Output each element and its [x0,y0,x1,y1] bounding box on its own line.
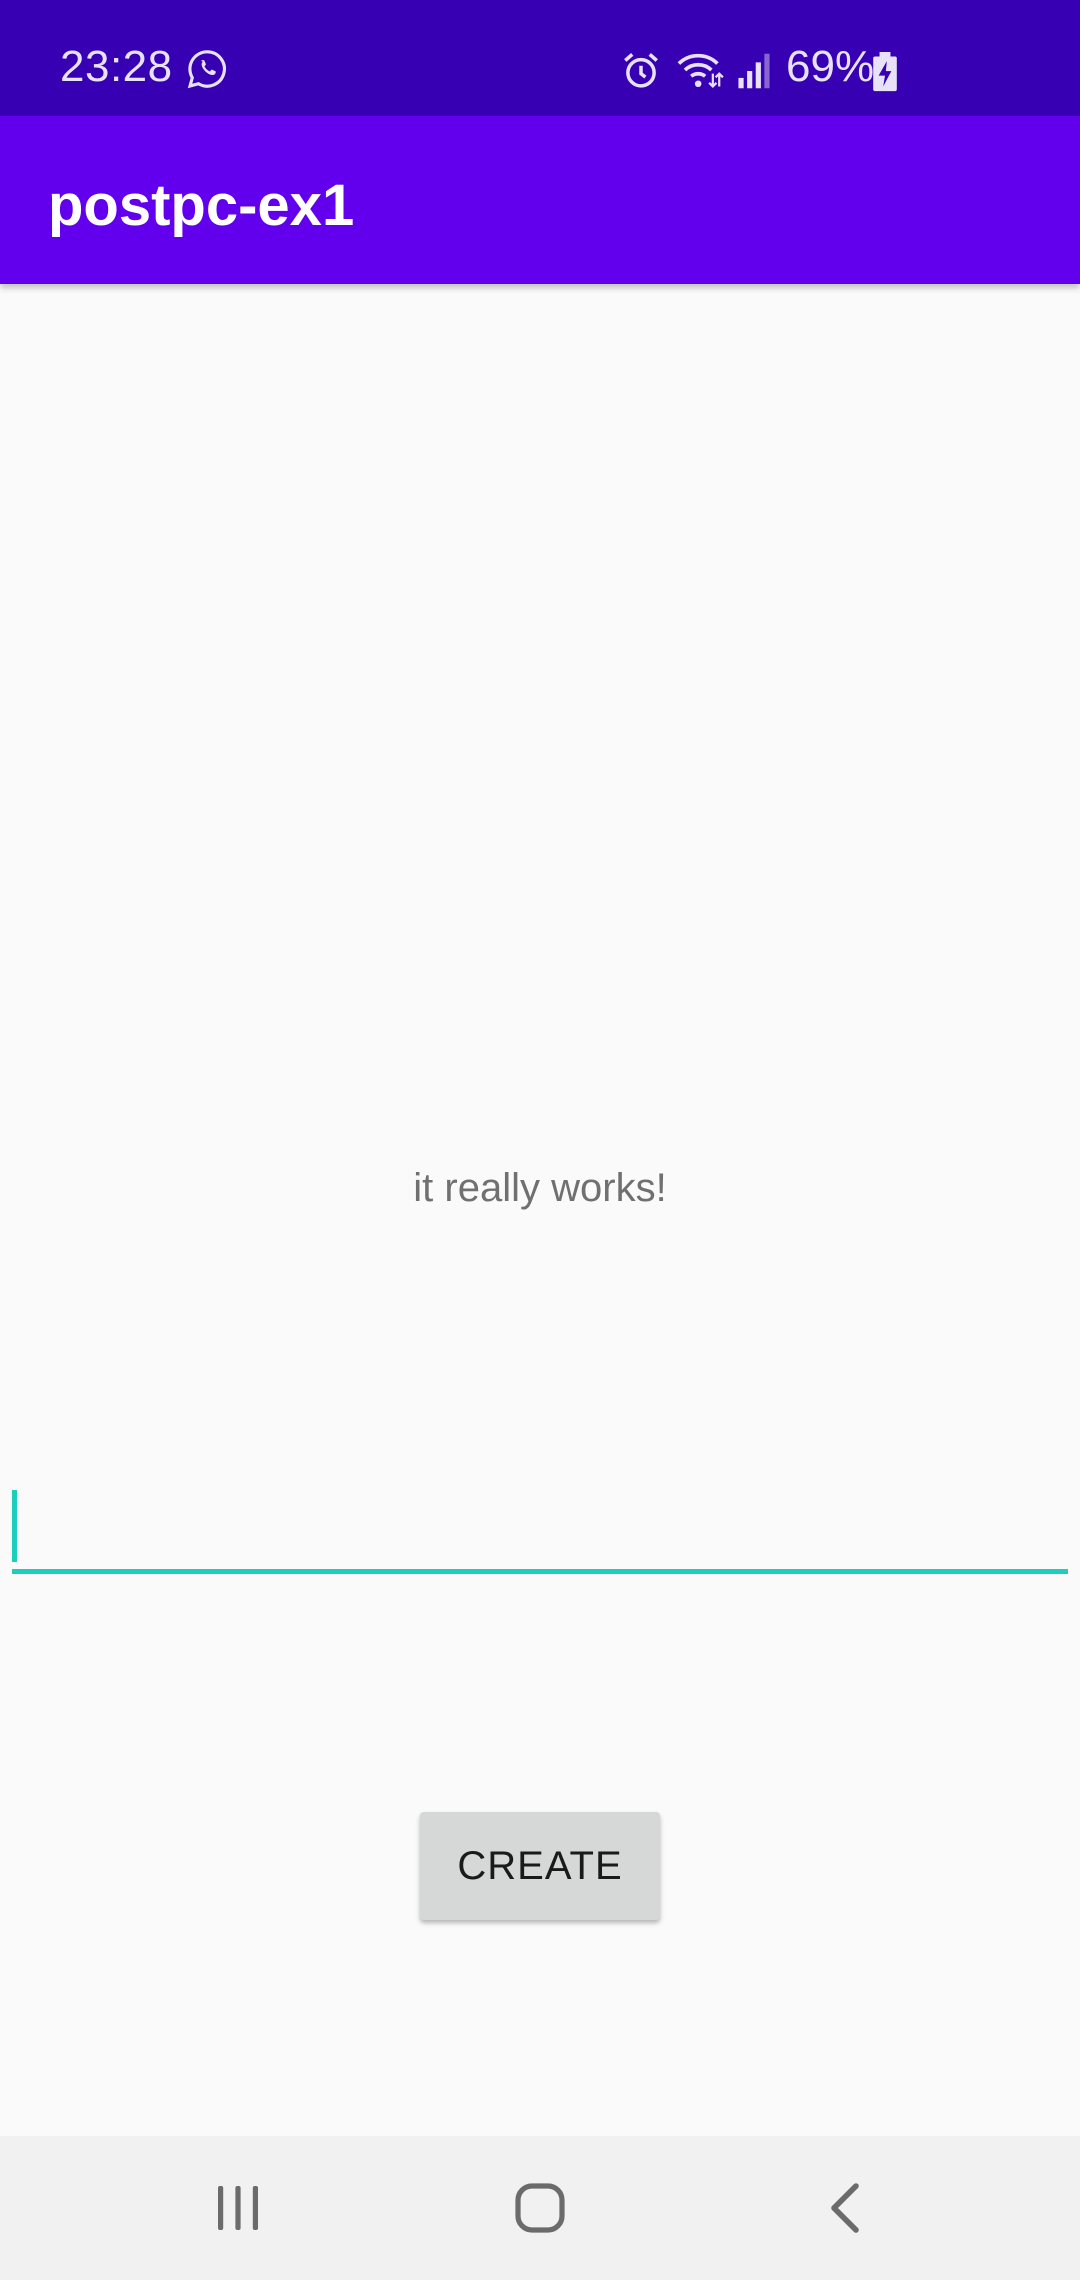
signal-icon [738,53,770,89]
screen: 23:28 69% postpc-ex1 it really works! CR… [0,0,1080,2280]
text-cursor [12,1490,17,1562]
home-icon[interactable] [512,2180,568,2236]
wifi-icon [677,53,724,89]
text-input[interactable] [12,1478,1068,1574]
back-icon[interactable] [822,2180,866,2236]
app-title: postpc-ex1 [48,173,355,238]
battery-percent: 69% [786,42,875,91]
status-icons: 69% [620,42,1080,94]
status-bar: 23:28 69% [0,0,1080,116]
battery-charging-icon [873,52,897,92]
navigation-bar [0,2136,1080,2280]
alarm-icon [624,53,658,88]
app-bar: postpc-ex1 [0,116,1080,284]
whatsapp-icon [187,50,226,89]
create-button[interactable]: CREATE [420,1812,660,1920]
message-text: it really works! [413,1166,667,1210]
recents-icon[interactable] [212,2182,264,2234]
status-time: 23:28 [60,42,173,91]
